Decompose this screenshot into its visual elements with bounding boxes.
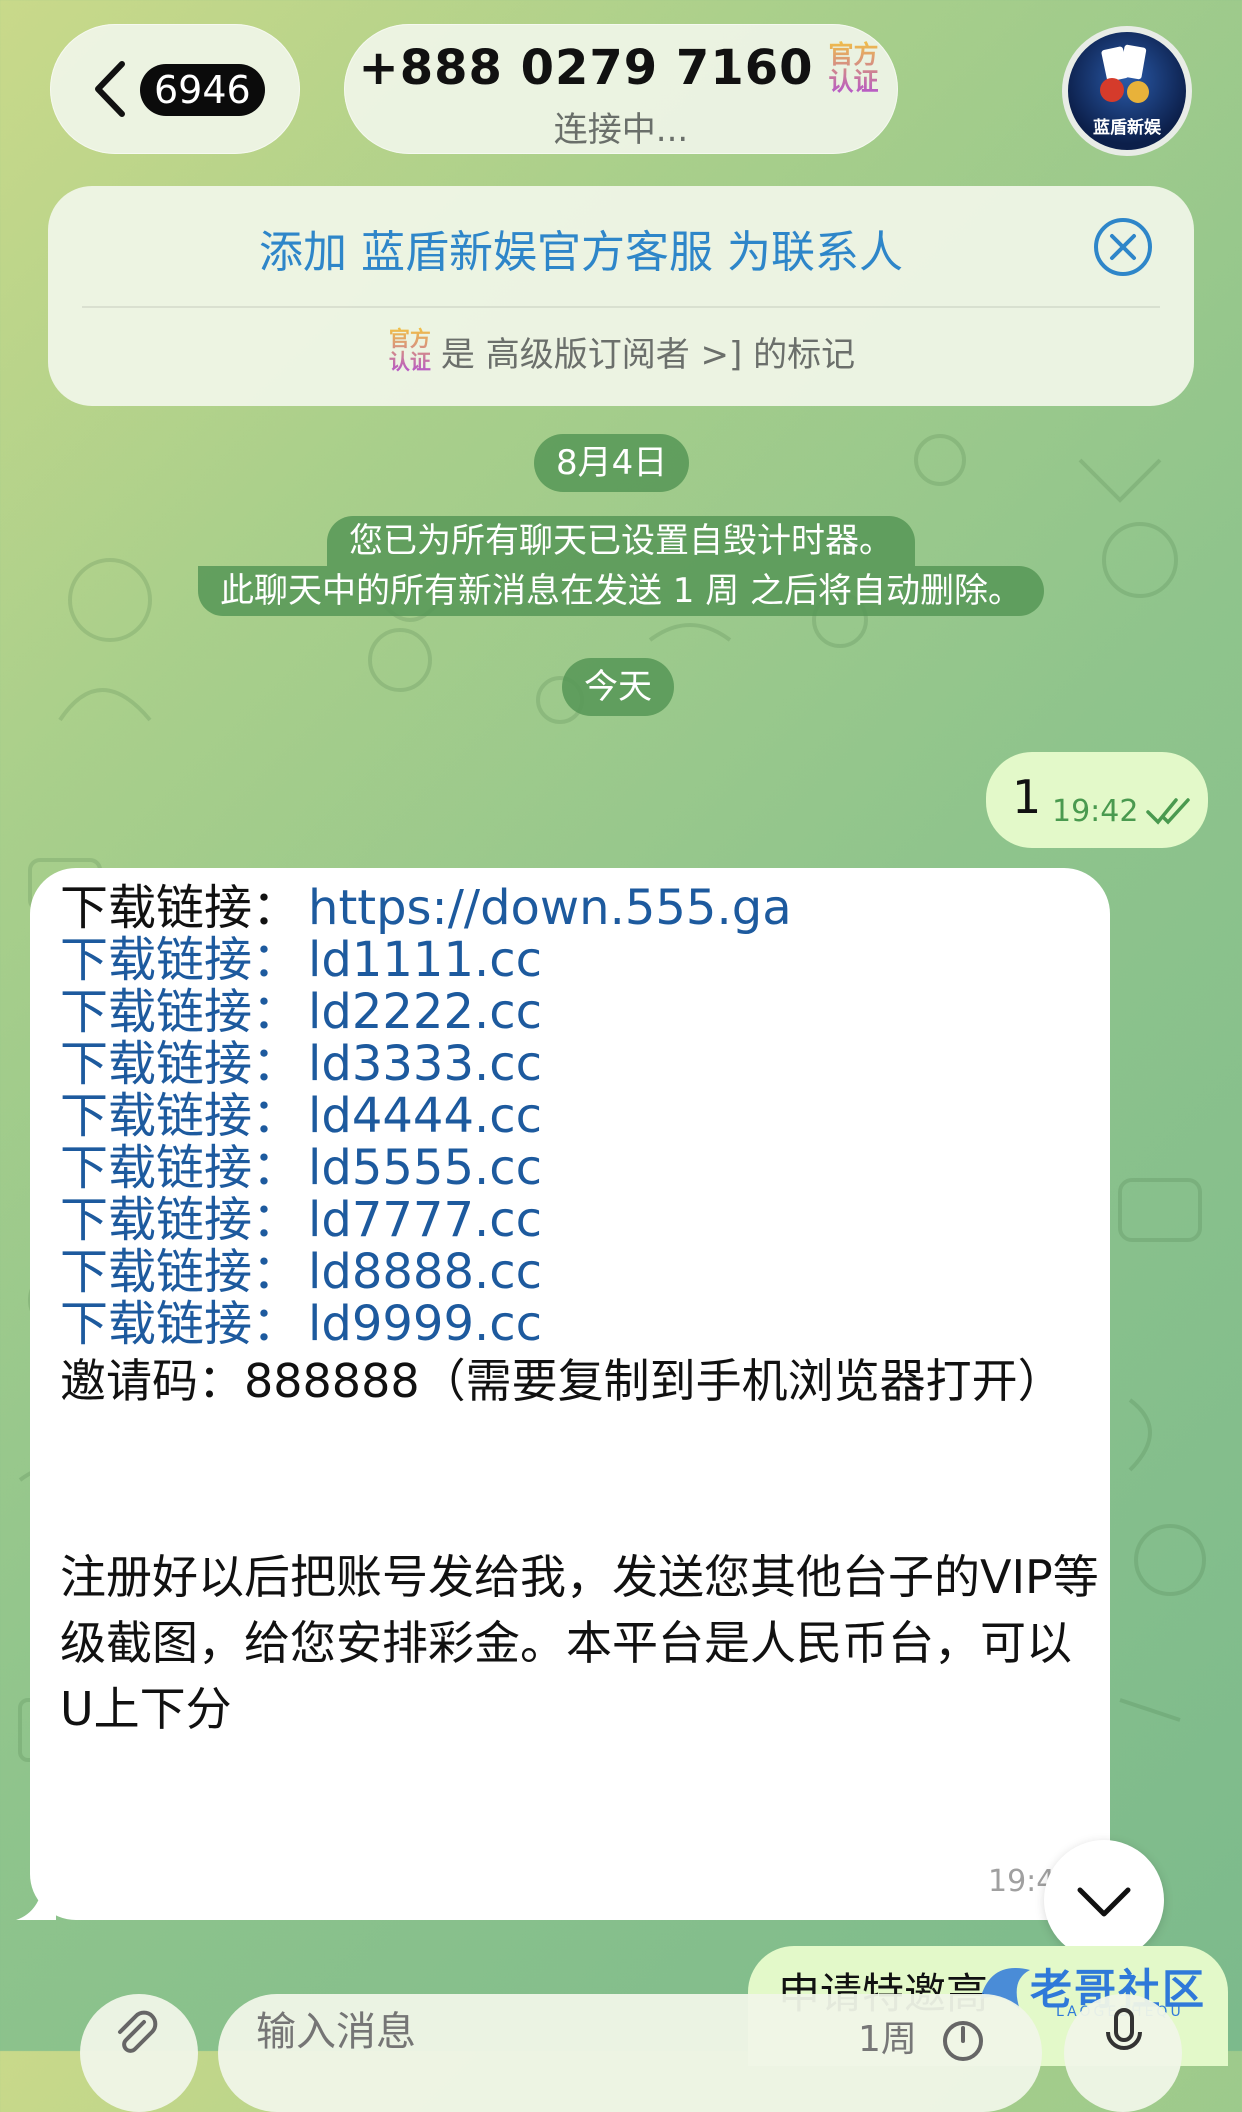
link-row[interactable]: 下载链接： ld1111.cc <box>60 930 542 990</box>
divider <box>82 306 1160 308</box>
connection-status: 连接中... <box>553 110 689 150</box>
download-link[interactable]: ld2222.cc <box>308 984 542 1040</box>
premium-subscriber-note[interactable]: 官方 认证 是 高级版订阅者 >] 的标记 <box>48 326 1194 376</box>
link-row: 下载链接： https://down.555.ga <box>60 878 792 938</box>
link-label[interactable]: 下载链接： <box>60 932 300 988</box>
official-verified-badge: 官方 认证 <box>824 38 884 98</box>
link-label: 下载链接： <box>60 880 301 936</box>
service-message-line: 您已为所有聊天已设置自毁计时器。 <box>327 516 915 566</box>
link-label[interactable]: 下载链接： <box>60 1192 300 1248</box>
chevron-down-icon <box>1077 1887 1131 1917</box>
link-row[interactable]: 下载链接： ld8888.cc <box>60 1242 542 1302</box>
link-row[interactable]: 下载链接： ld5555.cc <box>60 1138 542 1198</box>
message-input[interactable] <box>254 2008 818 2056</box>
link-row[interactable]: 下载链接： ld9999.cc <box>60 1294 542 1354</box>
attach-button[interactable] <box>80 1994 198 2112</box>
add-contact-banner: 添加 蓝盾新娱官方客服 为联系人 官方 认证 是 高级版订阅者 >] 的标记 <box>48 186 1194 406</box>
chat-title: +888 0279 7160 <box>358 40 814 96</box>
chevron-left-icon <box>95 61 125 117</box>
outgoing-message[interactable]: 1 19:42 <box>986 752 1208 848</box>
link-row[interactable]: 下载链接： ld7777.cc <box>60 1190 542 1250</box>
link-label[interactable]: 下载链接： <box>60 1088 300 1144</box>
download-link[interactable]: ld5555.cc <box>308 1140 542 1196</box>
download-link[interactable]: ld7777.cc <box>308 1192 542 1248</box>
date-separator: 8月4日 <box>534 434 690 492</box>
chat-title-button[interactable]: +888 0279 7160 官方 认证 连接中... <box>344 24 898 154</box>
close-icon[interactable] <box>1092 216 1154 278</box>
message-time: 19:42 <box>1052 794 1139 829</box>
link-row[interactable]: 下载链接： ld3333.cc <box>60 1034 542 1094</box>
link-label[interactable]: 下载链接： <box>60 1036 300 1092</box>
avatar[interactable]: 蓝盾新娱 <box>1062 26 1192 156</box>
link-label[interactable]: 下载链接： <box>60 1296 300 1352</box>
message-body: 注册好以后把账号发给我，发送您其他台子的VIP等级截图，给您安排彩金。本平台是人… <box>60 1550 1099 1736</box>
download-link[interactable]: ld1111.cc <box>308 932 542 988</box>
date-separator-today: 今天 <box>562 658 674 716</box>
link-label[interactable]: 下载链接： <box>60 1244 300 1300</box>
link-label[interactable]: 下载链接： <box>60 984 300 1040</box>
download-link[interactable]: ld8888.cc <box>308 1244 542 1300</box>
incoming-message[interactable]: 下载链接： https://down.555.ga 下载链接： ld1111.cc … <box>30 868 1110 1920</box>
self-destruct-timer-label[interactable]: 1周 <box>858 2010 917 2062</box>
download-link[interactable]: ld9999.cc <box>308 1296 542 1352</box>
link-label[interactable]: 下载链接： <box>60 1140 300 1196</box>
download-link[interactable]: https://down.555.ga <box>308 880 792 936</box>
message-input-field[interactable]: 1周 <box>218 1994 1042 2112</box>
microphone-button[interactable] <box>1064 1994 1182 2112</box>
official-verified-badge-small: 官方 认证 <box>388 327 431 374</box>
premium-note-text: 是 高级版订阅者 >] 的标记 <box>440 334 856 375</box>
poker-chips-logo <box>1100 44 1149 103</box>
double-check-icon <box>1146 798 1190 825</box>
invite-code-text: 邀请码：888888（需要复制到手机浏览器打开） <box>60 1354 1064 1408</box>
back-button[interactable]: 6946 <box>50 24 300 154</box>
link-row[interactable]: 下载链接： ld2222.cc <box>60 982 542 1042</box>
timer-icon[interactable] <box>938 2014 988 2064</box>
download-link[interactable]: ld3333.cc <box>308 1036 542 1092</box>
link-row[interactable]: 下载链接： ld4444.cc <box>60 1086 542 1146</box>
avatar-label: 蓝盾新娱 <box>1093 118 1161 138</box>
service-message-line: 此聊天中的所有新消息在发送 1 周 之后将自动删除。 <box>197 566 1045 616</box>
unread-count-badge: 6946 <box>140 64 265 116</box>
self-destruct-service-message: 您已为所有聊天已设置自毁计时器。 此聊天中的所有新消息在发送 1 周 之后将自动… <box>140 516 1102 616</box>
message-composer: 1周 <box>0 1988 1242 2112</box>
download-link[interactable]: ld4444.cc <box>308 1088 542 1144</box>
message-text: 1 <box>1012 770 1042 824</box>
add-contact-button[interactable]: 添加 蓝盾新娱官方客服 为联系人 <box>48 216 1114 280</box>
scroll-to-bottom-button[interactable] <box>1044 1840 1164 1960</box>
